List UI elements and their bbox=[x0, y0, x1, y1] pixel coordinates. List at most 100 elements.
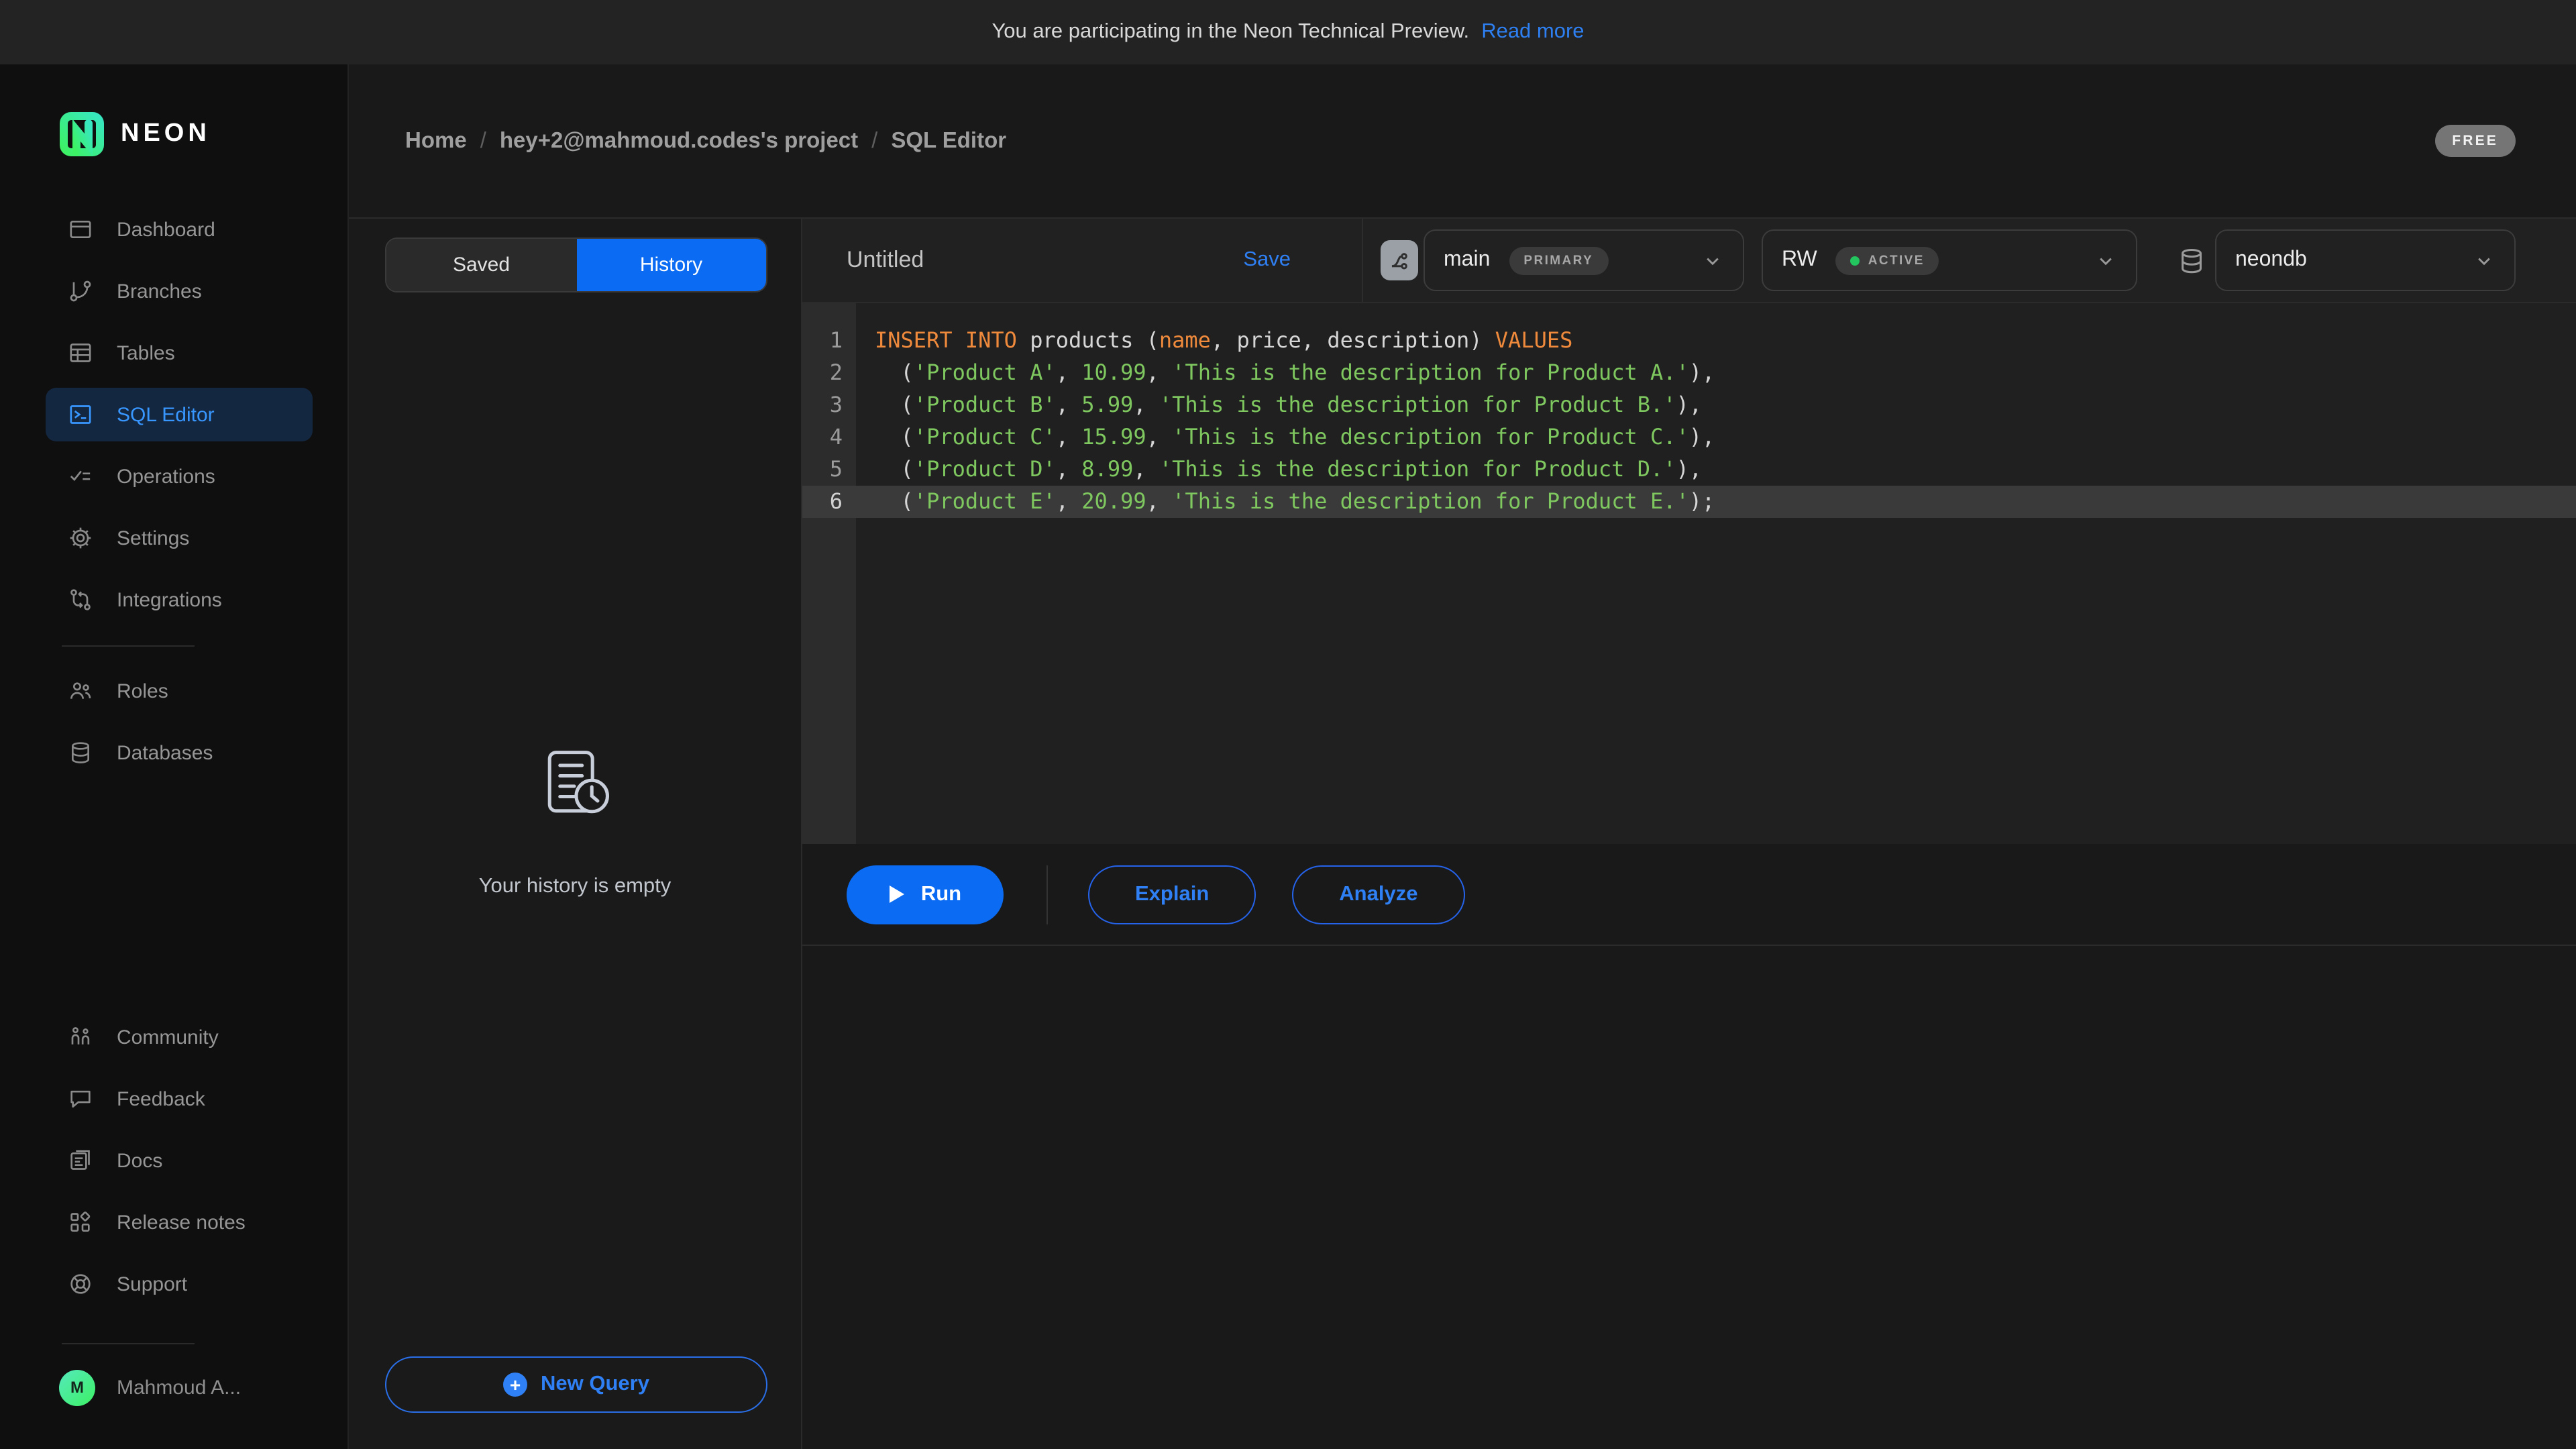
user-menu[interactable]: M Mahmoud A... bbox=[59, 1360, 347, 1414]
new-query-button[interactable]: + New Query bbox=[385, 1356, 767, 1413]
compute-name: RW bbox=[1782, 248, 1817, 272]
history-empty-state: Your history is empty bbox=[349, 745, 801, 899]
sql-editor-pane: Untitled Save main PRIMARY bbox=[802, 219, 2576, 1449]
branch-name: main bbox=[1444, 248, 1490, 272]
sidebar-item-label: Operations bbox=[117, 465, 215, 488]
analyze-button[interactable]: Analyze bbox=[1292, 865, 1464, 924]
sidebar-item-roles[interactable]: Roles bbox=[46, 664, 313, 718]
code-text: ('Product D', 8.99, 'This is the descrip… bbox=[856, 453, 1702, 486]
main-content: Home / hey+2@mahmoud.codes's project / S… bbox=[349, 64, 2576, 1449]
neon-console: You are participating in the Neon Techni… bbox=[0, 0, 2576, 1449]
sidebar-item-label: Integrations bbox=[117, 588, 222, 611]
plus-icon: + bbox=[503, 1373, 527, 1397]
line-number: 4 bbox=[802, 421, 856, 453]
run-button[interactable]: Run bbox=[847, 865, 1004, 924]
active-badge: ACTIVE bbox=[1836, 246, 1939, 274]
database-select[interactable]: neondb bbox=[2215, 229, 2516, 291]
breadcrumb-project[interactable]: hey+2@mahmoud.codes's project bbox=[500, 128, 858, 154]
topbar: Home / hey+2@mahmoud.codes's project / S… bbox=[349, 64, 2576, 219]
code-lines: 1INSERT INTO products (name, price, desc… bbox=[802, 303, 2576, 518]
sidebar-item-label: SQL Editor bbox=[117, 403, 215, 426]
status-dot bbox=[1851, 256, 1860, 265]
sidebar-item-tables[interactable]: Tables bbox=[46, 326, 313, 380]
saved-history-tabs: Saved History bbox=[385, 237, 767, 292]
sidebar-item-label: Branches bbox=[117, 280, 202, 303]
branch-button[interactable] bbox=[1381, 240, 1418, 280]
sidebar-item-label: Support bbox=[117, 1273, 187, 1295]
play-icon bbox=[889, 884, 906, 904]
neon-logo[interactable]: NEON bbox=[59, 110, 347, 158]
query-title: Untitled bbox=[847, 247, 924, 274]
code-text: ('Product A', 10.99, 'This is the descri… bbox=[856, 357, 1715, 389]
sidebar-item-feedback[interactable]: Feedback bbox=[46, 1072, 313, 1126]
sidebar-item-operations[interactable]: Operations bbox=[46, 449, 313, 503]
context-selectors: main PRIMARY RW ACTIVE neon bbox=[1363, 219, 2576, 302]
line-number: 3 bbox=[802, 389, 856, 421]
line-number: 2 bbox=[802, 357, 856, 389]
tab-history[interactable]: History bbox=[576, 239, 766, 291]
sidebar-item-dashboard[interactable]: Dashboard bbox=[46, 203, 313, 256]
read-more-link[interactable]: Read more bbox=[1481, 20, 1584, 44]
roles-icon bbox=[67, 678, 94, 704]
chevron-down-icon bbox=[1701, 249, 1724, 272]
sidebar-item-support[interactable]: Support bbox=[46, 1257, 313, 1311]
code-line[interactable]: 4 ('Product C', 15.99, 'This is the desc… bbox=[802, 421, 2576, 453]
sidebar-item-integrations[interactable]: Integrations bbox=[46, 573, 313, 627]
databases-icon bbox=[67, 739, 94, 766]
sidebar-item-community[interactable]: Community bbox=[46, 1010, 313, 1064]
code-editor[interactable]: 1INSERT INTO products (name, price, desc… bbox=[802, 303, 2576, 844]
code-text: ('Product E', 20.99, 'This is the descri… bbox=[856, 486, 1715, 518]
feedback-icon bbox=[67, 1085, 94, 1112]
settings-icon bbox=[67, 525, 94, 551]
sidebar-item-label: Docs bbox=[117, 1149, 162, 1172]
sidebar-item-label: Tables bbox=[117, 341, 175, 364]
operations-icon bbox=[67, 463, 94, 490]
code-text: ('Product B', 5.99, 'This is the descrip… bbox=[856, 389, 1702, 421]
code-line[interactable]: 6 ('Product E', 20.99, 'This is the desc… bbox=[802, 486, 2576, 518]
support-icon bbox=[67, 1271, 94, 1297]
neon-wordmark: NEON bbox=[121, 119, 211, 149]
avatar: M bbox=[59, 1369, 95, 1405]
save-button[interactable]: Save bbox=[1243, 248, 1291, 272]
explain-button[interactable]: Explain bbox=[1088, 865, 1256, 924]
sidebar-item-sql-editor[interactable]: SQL Editor bbox=[46, 388, 313, 441]
sidebar-item-databases[interactable]: Databases bbox=[46, 726, 313, 780]
sidebar-item-docs[interactable]: Docs bbox=[46, 1134, 313, 1187]
history-empty-text: Your history is empty bbox=[349, 875, 801, 899]
code-line[interactable]: 2 ('Product A', 10.99, 'This is the desc… bbox=[802, 357, 2576, 389]
line-number: 6 bbox=[802, 486, 856, 518]
sidebar-item-label: Settings bbox=[117, 527, 189, 549]
user-name: Mahmoud A... bbox=[117, 1376, 241, 1399]
sidebar-item-release-notes[interactable]: Release notes bbox=[46, 1195, 313, 1249]
dashboard-icon bbox=[67, 216, 94, 243]
tab-saved[interactable]: Saved bbox=[386, 239, 576, 291]
history-empty-icon bbox=[533, 745, 616, 828]
database-icon bbox=[2176, 245, 2207, 276]
sidebar-nav: Dashboard Branches Tables SQL Editor Ope… bbox=[0, 203, 347, 788]
docs-icon bbox=[67, 1147, 94, 1174]
branch-select[interactable]: main PRIMARY bbox=[1424, 229, 1744, 291]
breadcrumb-separator: / bbox=[480, 128, 486, 154]
code-line[interactable]: 1INSERT INTO products (name, price, desc… bbox=[802, 325, 2576, 357]
code-line[interactable]: 3 ('Product B', 5.99, 'This is the descr… bbox=[802, 389, 2576, 421]
line-number: 5 bbox=[802, 453, 856, 486]
sidebar-item-label: Feedback bbox=[117, 1087, 205, 1110]
breadcrumb: Home / hey+2@mahmoud.codes's project / S… bbox=[405, 128, 1006, 154]
compute-select[interactable]: RW ACTIVE bbox=[1762, 229, 2137, 291]
release-notes-icon bbox=[67, 1209, 94, 1236]
results-area bbox=[802, 946, 2576, 1449]
integrations-icon bbox=[67, 586, 94, 613]
branch-icon bbox=[1388, 249, 1411, 272]
plan-badge: FREE bbox=[2434, 125, 2516, 157]
sidebar-item-label: Dashboard bbox=[117, 218, 215, 241]
sidebar-item-label: Release notes bbox=[117, 1211, 246, 1234]
sidebar-item-label: Roles bbox=[117, 680, 168, 702]
sidebar-item-branches[interactable]: Branches bbox=[46, 264, 313, 318]
community-icon bbox=[67, 1024, 94, 1051]
sidebar-bottom: Community Feedback Docs Release notes Su… bbox=[0, 1010, 347, 1449]
breadcrumb-home[interactable]: Home bbox=[405, 128, 467, 154]
code-line[interactable]: 5 ('Product D', 8.99, 'This is the descr… bbox=[802, 453, 2576, 486]
active-badge-label: ACTIVE bbox=[1868, 253, 1925, 268]
neon-logomark-icon bbox=[59, 111, 105, 157]
sidebar-item-settings[interactable]: Settings bbox=[46, 511, 313, 565]
